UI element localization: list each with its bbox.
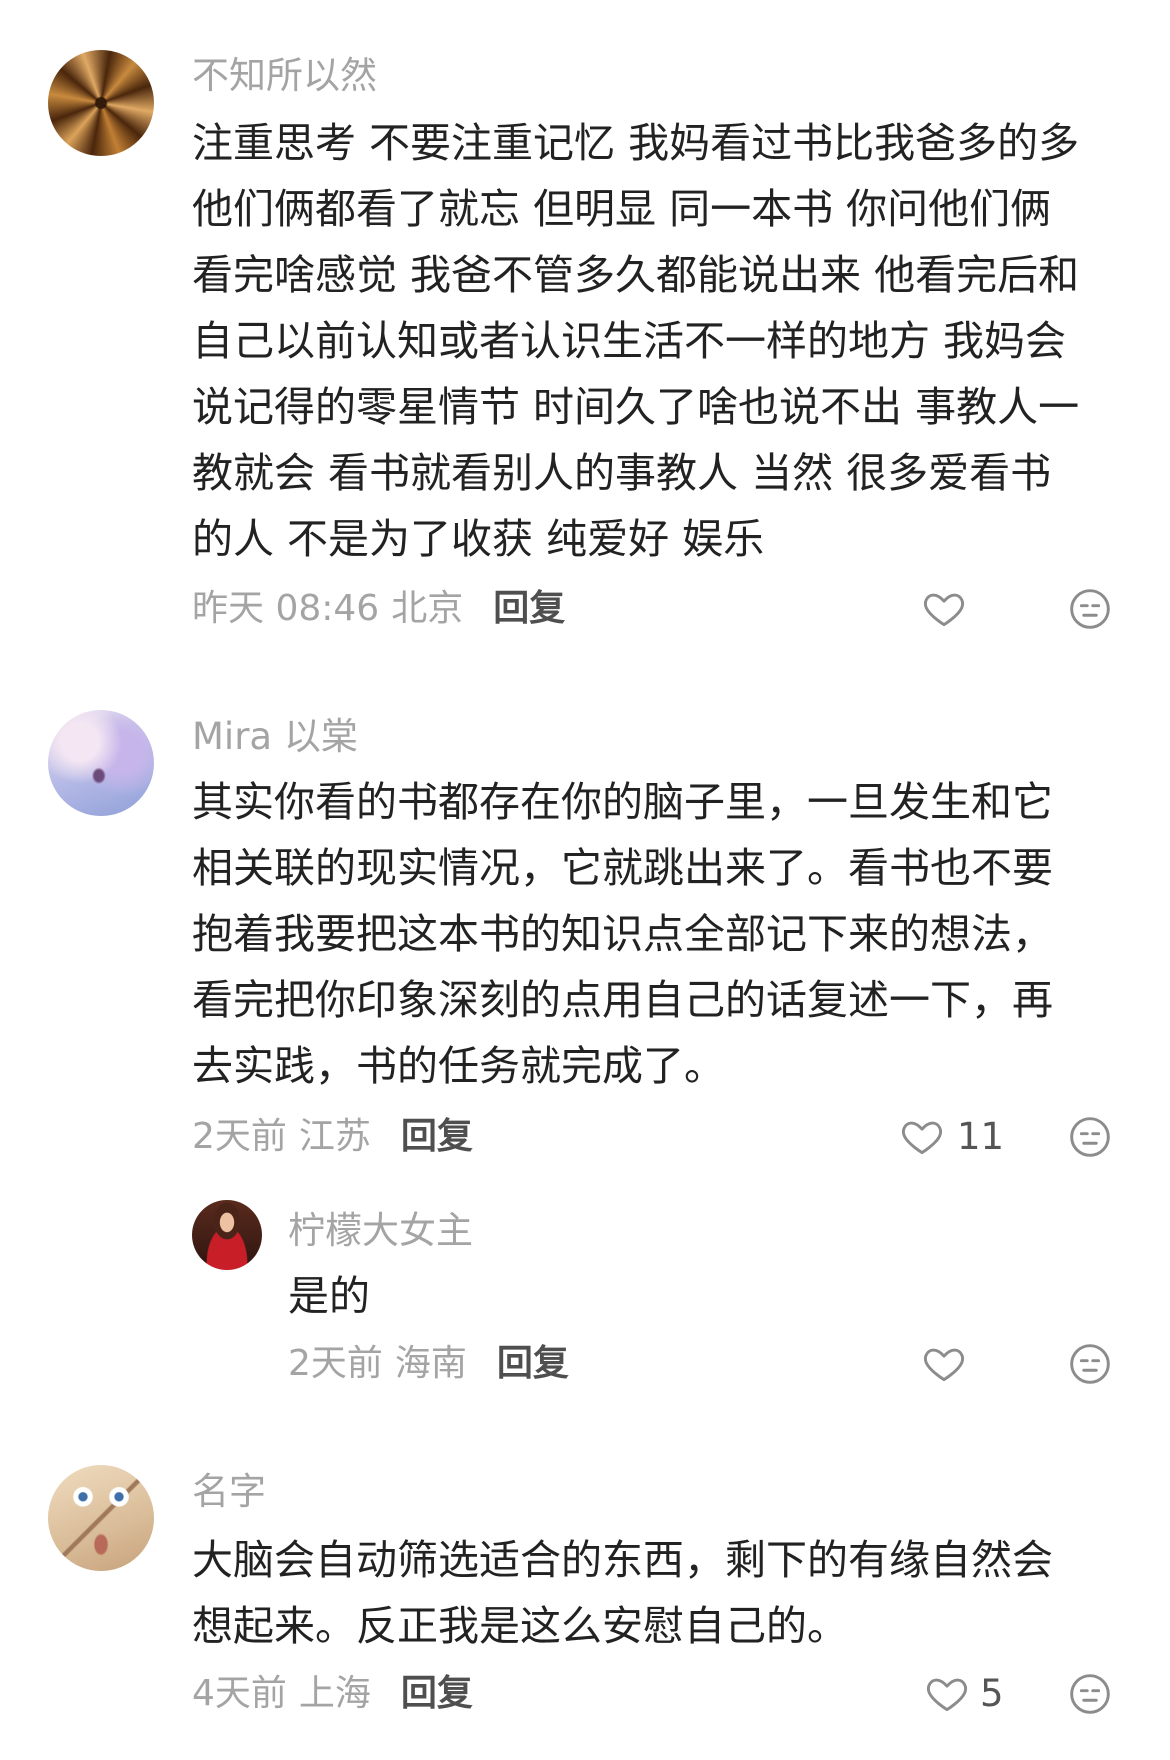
heart-icon <box>923 1348 965 1382</box>
comment-text-line: 想起来。反正我是这么安慰自己的。 <box>192 1602 848 1650</box>
reply-button[interactable]: 回复 <box>497 1339 569 1389</box>
like-count: 5 <box>980 1672 1004 1715</box>
like-button[interactable] <box>924 1671 970 1717</box>
dislike-button[interactable] <box>1067 586 1113 632</box>
dislike-button[interactable] <box>1067 1671 1113 1717</box>
comment-meta: 昨天 08:46 北京 回复 <box>192 584 565 634</box>
comment-meta: 4天前 上海 回复 <box>192 1669 473 1719</box>
comment-time: 4天前 <box>192 1673 287 1714</box>
comment-time: 2天前 <box>192 1116 287 1157</box>
heart-icon <box>926 1678 968 1712</box>
comment-text-line: 其实你看的书都存在你的脑子里，一旦发生和它 <box>192 778 1053 826</box>
comment-location: 上海 <box>298 1673 371 1714</box>
avatar[interactable] <box>48 1465 154 1571</box>
comment-username[interactable]: 不知所以然 <box>192 51 377 101</box>
neutral-face-icon <box>1070 1117 1110 1157</box>
reply-button[interactable]: 回复 <box>401 1669 473 1719</box>
like-count: 11 <box>957 1115 1005 1158</box>
comment-text: 其实你看的书都存在你的脑子里，一旦发生和它 相关联的现实情况，它就跳出来了。看书… <box>192 769 1152 1099</box>
reply-location: 海南 <box>394 1343 467 1384</box>
comment-username[interactable]: 名字 <box>192 1467 266 1517</box>
like-button[interactable] <box>921 1341 967 1387</box>
reply-text: 是的 <box>288 1263 1148 1329</box>
avatar[interactable] <box>192 1200 262 1270</box>
reply-text-line: 是的 <box>288 1272 370 1320</box>
reply-button[interactable]: 回复 <box>493 584 565 634</box>
comment-text-line: 教就会 看书就看别人的事教人 当然 很多爱看书 <box>192 449 1052 497</box>
reply-time: 2天前 <box>288 1343 383 1384</box>
like-button[interactable] <box>899 1114 945 1160</box>
reply-meta: 2天前 海南 回复 <box>288 1339 569 1389</box>
comment-text-line: 说记得的零星情节 时间久了啥也说不出 事教人一 <box>192 383 1080 431</box>
comment-text-line: 他们俩都看了就忘 但明显 同一本书 你问他们俩 <box>192 185 1052 233</box>
reply-username[interactable]: 柠檬大女主 <box>288 1206 473 1256</box>
comment-text-line: 抱着我要把这本书的知识点全部记下来的想法， <box>192 910 1053 958</box>
comment-location: 北京 <box>391 588 464 629</box>
neutral-face-icon <box>1070 1674 1110 1714</box>
neutral-face-icon <box>1070 1344 1110 1384</box>
comment-text-line: 大脑会自动筛选适合的东西，剩下的有缘自然会 <box>192 1536 1053 1584</box>
comment-text-line: 自己以前认知或者认识生活不一样的地方 我妈会 <box>192 317 1067 365</box>
heart-icon <box>923 593 965 627</box>
heart-icon <box>901 1121 943 1155</box>
neutral-face-icon <box>1070 589 1110 629</box>
dislike-button[interactable] <box>1067 1114 1113 1160</box>
dislike-button[interactable] <box>1067 1341 1113 1387</box>
comment-text: 注重思考 不要注重记忆 我妈看过书比我爸多的多 他们俩都看了就忘 但明显 同一本… <box>192 110 1152 572</box>
comment-time: 昨天 08:46 <box>192 588 380 629</box>
comment-location: 江苏 <box>298 1116 371 1157</box>
comment-text-line: 看完啥感觉 我爸不管多久都能说出来 他看完后和 <box>192 251 1080 299</box>
reply-button[interactable]: 回复 <box>401 1112 473 1162</box>
avatar[interactable] <box>48 710 154 816</box>
comment-text-line: 看完把你印象深刻的点用自己的话复述一下，再 <box>192 976 1053 1024</box>
comment-text-line: 去实践，书的任务就完成了。 <box>192 1042 725 1090</box>
avatar[interactable] <box>48 50 154 156</box>
comment-text-line: 相关联的现实情况，它就跳出来了。看书也不要 <box>192 844 1053 892</box>
comment-username[interactable]: Mira 以棠 <box>192 712 358 762</box>
like-button[interactable] <box>921 586 967 632</box>
comment-text: 大脑会自动筛选适合的东西，剩下的有缘自然会 想起来。反正我是这么安慰自己的。 <box>192 1527 1152 1659</box>
comment-text-line: 的人 不是为了收获 纯爱好 娱乐 <box>192 515 765 563</box>
comment-meta: 2天前 江苏 回复 <box>192 1112 473 1162</box>
comment-text-line: 注重思考 不要注重记忆 我妈看过书比我爸多的多 <box>192 119 1080 167</box>
